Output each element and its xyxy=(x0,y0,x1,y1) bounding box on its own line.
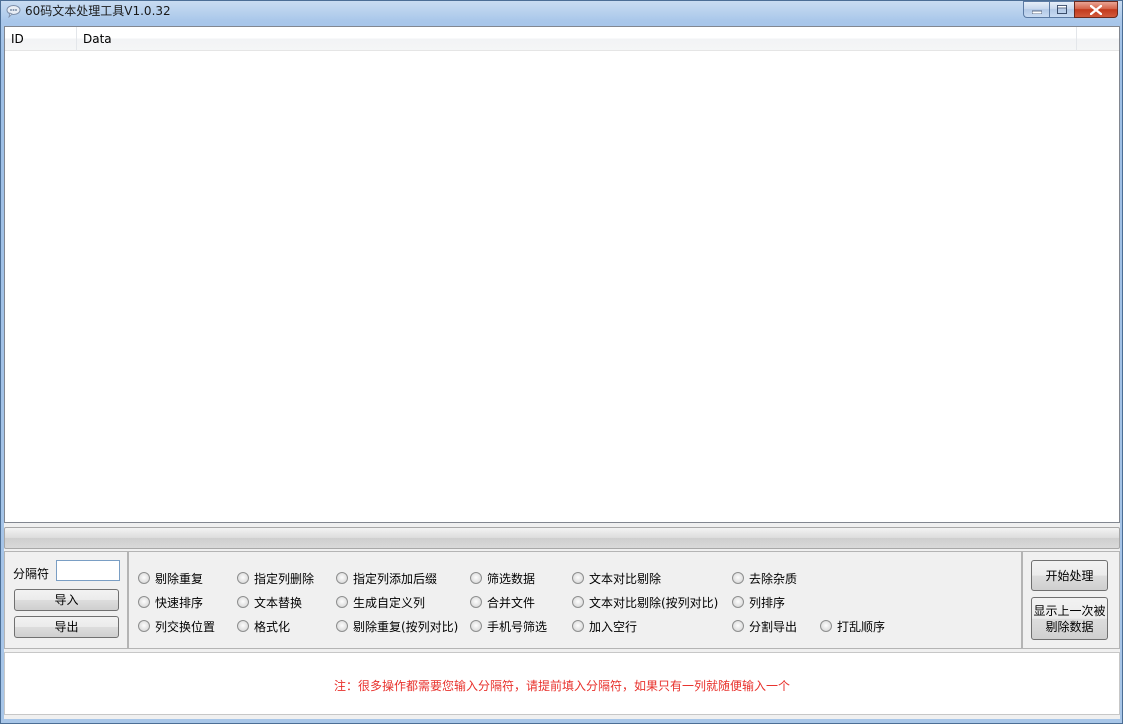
radio-icon[interactable] xyxy=(336,620,348,632)
radio-icon[interactable] xyxy=(820,620,832,632)
title-bar[interactable]: 60码文本处理工具V1.0.32 xyxy=(1,1,1122,23)
radio-icon[interactable] xyxy=(470,596,482,608)
export-button[interactable]: 导出 xyxy=(14,616,119,638)
column-header-filler xyxy=(1077,27,1119,51)
radio-icon[interactable] xyxy=(470,572,482,584)
column-header-data[interactable]: Data xyxy=(77,27,1077,51)
radio-icon[interactable] xyxy=(572,620,584,632)
option-remove-impurities[interactable]: 去除杂质 xyxy=(732,570,797,586)
import-button[interactable]: 导入 xyxy=(14,589,119,611)
option-swap-columns[interactable]: 列交换位置 xyxy=(138,618,215,634)
maximize-icon xyxy=(1057,5,1067,14)
option-split-export[interactable]: 分割导出 xyxy=(732,618,797,634)
option-remove-duplicates[interactable]: 剔除重复 xyxy=(138,570,203,586)
option-text-compare-remove[interactable]: 文本对比剔除 xyxy=(572,570,661,586)
client-area: ID Data 分隔符 导入 导出 剔除重复 指定列删除 指定列添加后缀 筛选数… xyxy=(4,26,1120,719)
window-controls xyxy=(1023,1,1118,18)
radio-icon[interactable] xyxy=(237,572,249,584)
note-area: 注：很多操作都需要您输入分隔符，请提前填入分隔符，如果只有一列就随便输入一个 xyxy=(4,652,1120,715)
radio-icon[interactable] xyxy=(138,596,150,608)
radio-icon[interactable] xyxy=(138,620,150,632)
separator-label: 分隔符 xyxy=(13,567,50,581)
column-header-id[interactable]: ID xyxy=(5,27,77,51)
option-remove-duplicates-by-column[interactable]: 剔除重复(按列对比) xyxy=(336,618,458,634)
operation-options-panel: 剔除重复 指定列删除 指定列添加后缀 筛选数据 文本对比剔除 去除杂质 快速排序… xyxy=(128,551,1022,649)
radio-icon[interactable] xyxy=(732,572,744,584)
option-text-compare-remove-by-column[interactable]: 文本对比剔除(按列对比) xyxy=(572,594,718,610)
app-icon xyxy=(6,5,21,18)
radio-icon[interactable] xyxy=(336,572,348,584)
option-add-column-suffix[interactable]: 指定列添加后缀 xyxy=(336,570,437,586)
radio-icon[interactable] xyxy=(138,572,150,584)
option-text-replace[interactable]: 文本替换 xyxy=(237,594,302,610)
minimize-button[interactable] xyxy=(1023,1,1049,18)
option-format[interactable]: 格式化 xyxy=(237,618,290,634)
close-icon xyxy=(1090,4,1102,15)
app-window: 60码文本处理工具V1.0.32 ID Data 分隔符 导入 导出 剔除重复 … xyxy=(0,0,1123,724)
separator-input[interactable] xyxy=(56,560,120,581)
action-panel: 开始处理 显示上一次被剔除数据 xyxy=(1022,551,1120,649)
option-add-blank-lines[interactable]: 加入空行 xyxy=(572,618,637,634)
table-header: ID Data xyxy=(5,27,1119,51)
radio-icon[interactable] xyxy=(237,596,249,608)
start-processing-button[interactable]: 开始处理 xyxy=(1031,560,1108,591)
separator-note: 注：很多操作都需要您输入分隔符，请提前填入分隔符，如果只有一列就随便输入一个 xyxy=(333,679,790,693)
option-quick-sort[interactable]: 快速排序 xyxy=(138,594,203,610)
maximize-button[interactable] xyxy=(1049,1,1074,18)
option-column-sort[interactable]: 列排序 xyxy=(732,594,785,610)
window-title: 60码文本处理工具V1.0.32 xyxy=(25,4,171,18)
option-phone-filter[interactable]: 手机号筛选 xyxy=(470,618,547,634)
close-button[interactable] xyxy=(1074,1,1118,18)
option-delete-column[interactable]: 指定列删除 xyxy=(237,570,314,586)
radio-icon[interactable] xyxy=(732,620,744,632)
radio-icon[interactable] xyxy=(470,620,482,632)
option-filter-data[interactable]: 筛选数据 xyxy=(470,570,535,586)
io-panel: 分隔符 导入 导出 xyxy=(4,551,128,649)
data-table[interactable]: ID Data xyxy=(4,26,1120,523)
show-last-removed-button[interactable]: 显示上一次被剔除数据 xyxy=(1031,597,1108,640)
progress-bar xyxy=(4,527,1120,549)
option-merge-files[interactable]: 合并文件 xyxy=(470,594,535,610)
radio-icon[interactable] xyxy=(336,596,348,608)
radio-icon[interactable] xyxy=(237,620,249,632)
option-generate-custom-column[interactable]: 生成自定义列 xyxy=(336,594,425,610)
radio-icon[interactable] xyxy=(572,572,584,584)
radio-icon[interactable] xyxy=(572,596,584,608)
option-shuffle-order[interactable]: 打乱顺序 xyxy=(820,618,885,634)
minimize-icon xyxy=(1031,10,1042,14)
radio-icon[interactable] xyxy=(732,596,744,608)
